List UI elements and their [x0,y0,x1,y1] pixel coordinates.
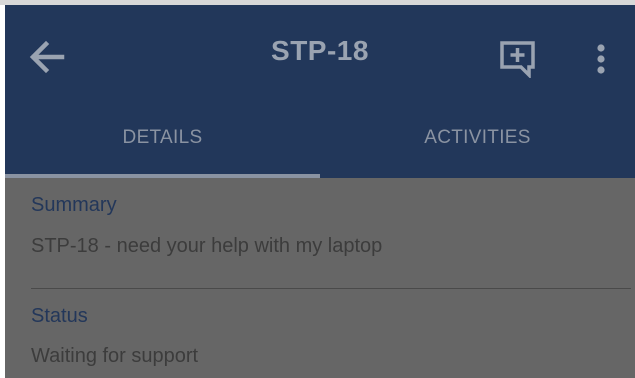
tab-details-label: DETAILS [122,126,203,148]
tab-bar: DETAILS ACTIVITIES [5,97,635,178]
app-bar: STP-18 DETAILS ACTIVITIES [5,5,635,178]
tab-details[interactable]: DETAILS [5,97,320,178]
more-options-button[interactable] [581,36,621,82]
issue-detail-screen: STP-18 DETAILS ACTIVITIES Summary STP-18… [0,0,635,378]
more-vertical-icon [597,44,605,74]
add-comment-button[interactable] [495,36,541,82]
tab-activities[interactable]: ACTIVITIES [320,97,635,178]
add-comment-icon [500,41,535,78]
details-panel: Summary STP-18 - need your help with my … [5,178,635,378]
status-label: Status [31,305,88,327]
status-value[interactable]: Waiting for support [31,345,198,368]
tab-activities-label: ACTIVITIES [424,126,531,148]
toolbar: STP-18 [5,5,635,97]
field-divider [31,288,631,289]
summary-label: Summary [31,194,117,216]
summary-value[interactable]: STP-18 - need your help with my laptop [31,235,382,258]
